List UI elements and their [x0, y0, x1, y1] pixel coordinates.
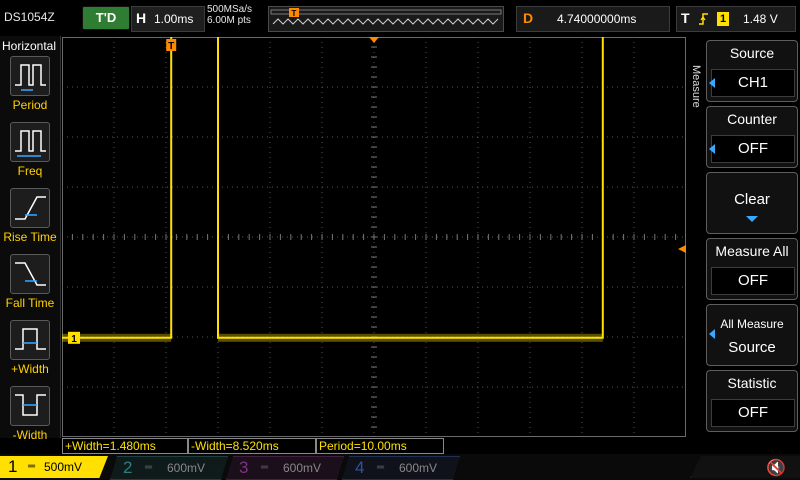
- clear-title: Clear: [734, 191, 770, 208]
- period-result: Period=10.00ms: [316, 438, 444, 454]
- speaker-mute-icon[interactable]: 🔇: [766, 458, 786, 478]
- channel-2-scale: 600mV: [167, 461, 206, 475]
- channel-3-scale: 600mV: [283, 461, 322, 475]
- memory-overview-waveform: T: [270, 8, 502, 25]
- acquisition-info: 500MSa/s 6.00M pts: [207, 4, 252, 26]
- channel-1-number: 1: [8, 457, 18, 476]
- channel-1-tab[interactable]: 1 ═ 500mV: [0, 456, 108, 478]
- all-measure-title: All Measure: [720, 317, 784, 331]
- channel-2-tab[interactable]: 2 ═ 600mV: [110, 456, 228, 480]
- positive-width-label: +Width: [11, 362, 49, 376]
- measure-negative-width-button[interactable]: -Width: [0, 386, 60, 448]
- delay-value: 4.74000000ms: [557, 12, 637, 26]
- measure-freq-button[interactable]: Freq: [0, 122, 60, 184]
- timebase-label: H: [136, 10, 147, 26]
- timebase-control[interactable]: H 1.00ms: [131, 6, 205, 32]
- measure-rise-time-button[interactable]: Rise Time: [0, 188, 60, 250]
- timebase-value: 1.00ms: [154, 12, 194, 26]
- positive-width-result: +Width=1.480ms: [62, 438, 188, 454]
- ch2-coupling-icon: ═: [145, 462, 153, 473]
- negative-width-icon: [10, 386, 50, 426]
- rising-edge-icon: [699, 13, 708, 25]
- fall-time-label: Fall Time: [5, 296, 55, 310]
- measure-softkey-menu: Source CH1 Counter OFF Clear Measure All…: [688, 36, 800, 438]
- statistic-value: OFF: [711, 399, 795, 427]
- statistic-title: Statistic: [727, 375, 777, 391]
- horizontal-position-marker: [369, 37, 379, 43]
- delay-label: D: [523, 10, 534, 26]
- measure-all-softkey[interactable]: Measure All OFF: [706, 238, 798, 300]
- menu-tab-label: Measure: [690, 64, 702, 108]
- waveform-display[interactable]: T1: [61, 12, 687, 438]
- positive-width-icon: [10, 320, 50, 360]
- trigger-label: T: [681, 10, 690, 26]
- ch4-coupling-icon: ═: [377, 462, 385, 473]
- freq-label: Freq: [17, 164, 43, 178]
- channel-3-tab[interactable]: 3 ═ 600mV: [226, 456, 344, 480]
- source-arrow-icon: [709, 78, 715, 88]
- source-value: CH1: [711, 69, 795, 97]
- svg-text:1: 1: [71, 334, 77, 345]
- measure-all-value: OFF: [711, 267, 795, 295]
- channel-2-number: 2: [123, 458, 133, 477]
- horizontal-delay-control[interactable]: D 4.74000000ms: [516, 6, 670, 32]
- memory-depth: 6.00M pts: [207, 15, 251, 26]
- chevron-down-icon: [746, 216, 758, 222]
- waveform-grid: T1: [61, 12, 687, 438]
- trigger-level: 1.48 V: [743, 12, 778, 26]
- channel-4-tab[interactable]: 4 ═ 600mV: [342, 456, 460, 480]
- statistic-softkey[interactable]: Statistic OFF: [706, 370, 798, 432]
- measurement-menu: Horizontal Period Freq Rise Time Fall Ti…: [0, 36, 61, 442]
- channel-3-number: 3: [239, 458, 249, 477]
- sample-rate: 500MSa/s: [207, 4, 253, 15]
- all-measure-source-softkey[interactable]: All Measure Source: [706, 304, 798, 366]
- menu-category-title: Horizontal: [2, 39, 57, 53]
- svg-text:T: T: [168, 41, 174, 52]
- trigger-source-badge: 1: [717, 12, 729, 26]
- negative-width-result: -Width=8.520ms: [188, 438, 316, 454]
- dc-coupling-icon: ═: [28, 461, 36, 472]
- memory-trigger-marker: T: [289, 8, 299, 18]
- counter-arrow-icon: [709, 144, 715, 154]
- source-softkey[interactable]: Source CH1: [706, 40, 798, 102]
- negative-width-label: -Width: [12, 428, 48, 442]
- channel-status-bar: 1 ═ 500mV 2 ═ 600mV 3 ═ 600mV 4 ═ 600mV: [0, 454, 800, 480]
- fall-time-icon: [10, 254, 50, 294]
- period-label: Period: [12, 98, 48, 112]
- svg-text:T: T: [292, 9, 297, 18]
- measurement-results-bar: +Width=1.480ms -Width=8.520ms Period=10.…: [62, 438, 686, 454]
- channel-1-scale: 500mV: [44, 460, 83, 474]
- counter-title: Counter: [727, 111, 777, 127]
- counter-value: OFF: [711, 135, 795, 163]
- all-measure-arrow-icon: [709, 329, 715, 339]
- ch3-coupling-icon: ═: [261, 462, 269, 473]
- measure-fall-time-button[interactable]: Fall Time: [0, 254, 60, 316]
- trigger-status-badge[interactable]: T'D: [82, 6, 130, 30]
- model-label: DS1054Z: [4, 10, 55, 24]
- measure-period-button[interactable]: Period: [0, 56, 60, 118]
- measure-all-title: Measure All: [715, 243, 789, 259]
- top-status-bar: DS1054Z T'D H 1.00ms 500MSa/s 6.00M pts …: [0, 0, 800, 36]
- rise-time-label: Rise Time: [3, 230, 57, 244]
- measure-positive-width-button[interactable]: +Width: [0, 320, 60, 382]
- rise-time-icon: [10, 188, 50, 228]
- trigger-level-marker[interactable]: [678, 245, 686, 253]
- clear-softkey[interactable]: Clear: [706, 172, 798, 234]
- all-measure-source-text: Source: [728, 339, 776, 356]
- frequency-icon: [10, 122, 50, 162]
- trigger-settings[interactable]: T 1 1.48 V: [676, 6, 796, 32]
- channel-4-scale: 600mV: [399, 461, 438, 475]
- channel-4-number: 4: [355, 458, 365, 477]
- source-title: Source: [729, 45, 775, 61]
- period-icon: [10, 56, 50, 96]
- counter-softkey[interactable]: Counter OFF: [706, 106, 798, 168]
- memory-overview[interactable]: T: [268, 6, 504, 32]
